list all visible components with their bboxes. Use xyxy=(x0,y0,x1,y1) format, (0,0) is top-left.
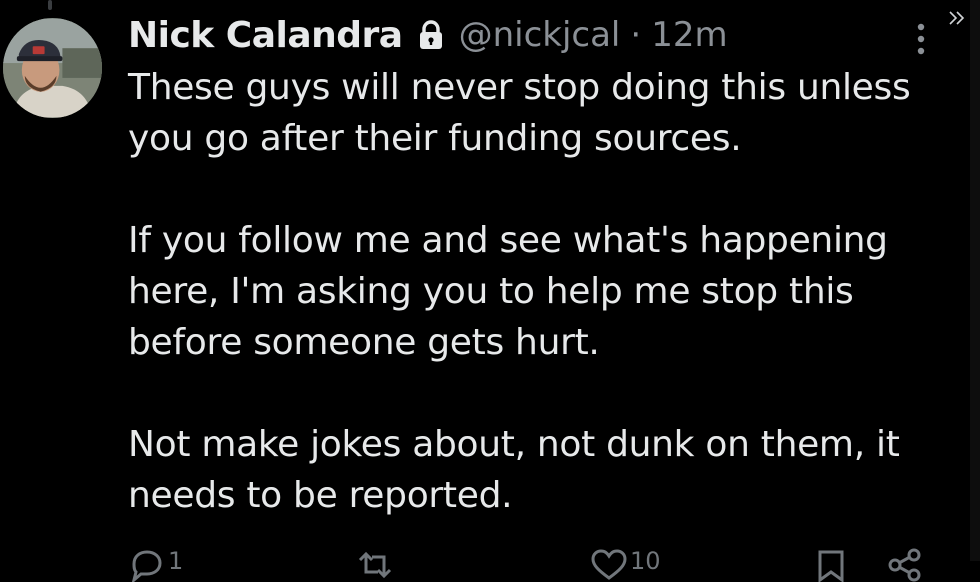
like-button[interactable]: 10 xyxy=(590,548,661,582)
share-button[interactable] xyxy=(886,548,926,582)
bookmark-button[interactable] xyxy=(812,548,852,582)
avatar-photo-icon xyxy=(3,18,102,118)
avatar[interactable] xyxy=(3,18,102,118)
tweet-paragraph: Not make jokes about, not dunk on them, … xyxy=(128,424,900,516)
reply-count: 1 xyxy=(168,547,184,575)
double-chevron-right-icon[interactable] xyxy=(948,10,966,26)
retweet-icon xyxy=(358,551,392,579)
heart-icon xyxy=(591,549,627,580)
reply-icon xyxy=(131,550,162,582)
author-handle[interactable]: @nickjcal xyxy=(459,15,621,55)
header-separator: · xyxy=(630,15,642,55)
retweet-button[interactable] xyxy=(356,548,396,582)
tweet-paragraph: These guys will never stop doing this un… xyxy=(128,67,911,159)
share-icon xyxy=(888,548,921,582)
thread-connector-line xyxy=(48,0,52,10)
tweet-timestamp[interactable]: 12m xyxy=(651,15,727,55)
more-options-icon[interactable] xyxy=(912,22,930,56)
reply-button[interactable]: 1 xyxy=(128,548,183,582)
lock-icon xyxy=(419,20,442,49)
like-count: 10 xyxy=(630,547,661,575)
tweet-action-bar: 1 10 xyxy=(0,540,980,582)
author-display-name[interactable]: Nick Calandra xyxy=(128,15,403,56)
bookmark-icon xyxy=(818,550,844,582)
tweet-paragraph: If you follow me and see what's happenin… xyxy=(128,220,888,363)
column-border xyxy=(970,0,980,561)
tweet-header: Nick Calandra @nickjcal · 12m xyxy=(128,10,728,60)
tweet-body: These guys will never stop doing this un… xyxy=(128,62,928,521)
